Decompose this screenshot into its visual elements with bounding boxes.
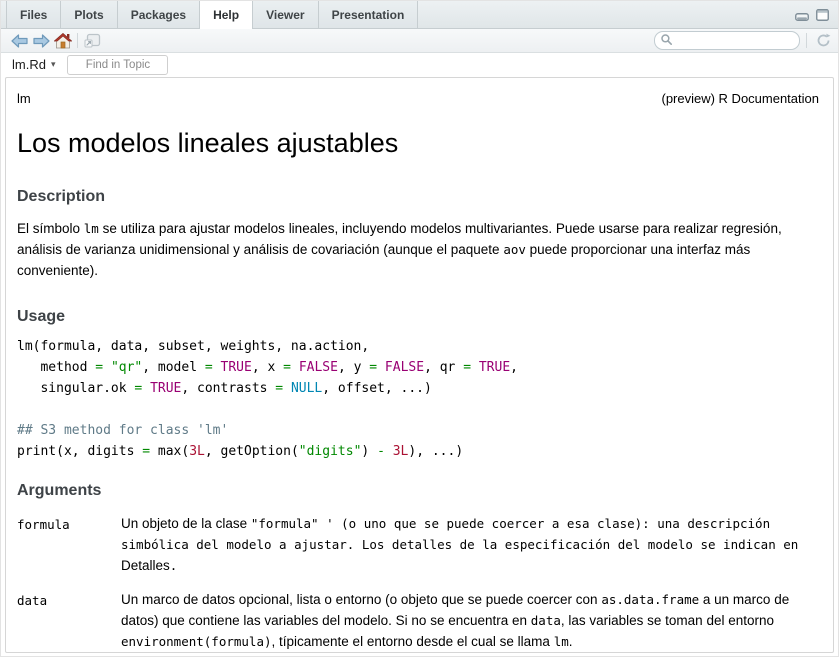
help-topicbar: lm.Rd ▾ (1, 53, 838, 76)
topic-file-label: lm.Rd (12, 57, 46, 72)
section-heading-usage: Usage (17, 308, 819, 326)
page-title: Los modelos lineales ajustables (17, 128, 819, 159)
back-icon[interactable] (8, 31, 30, 51)
maximize-icon[interactable] (816, 8, 829, 26)
doc-header: lm (preview) R Documentation (17, 91, 819, 106)
argument-description: Un marco de datos opcional, lista o ento… (121, 589, 819, 652)
tab-files[interactable]: Files (6, 1, 61, 28)
description-paragraph: El símbolo lm se utiliza para ajustar mo… (17, 218, 819, 281)
help-toolbar (1, 29, 838, 53)
section-heading-description: Description (17, 188, 819, 206)
tab-help[interactable]: Help (200, 1, 253, 29)
usage-code-block: lm(formula, data, subset, weights, na.ac… (17, 336, 819, 462)
argument-description: Un objeto de la clase "formula" ' (o uno… (121, 513, 819, 576)
tab-plots[interactable]: Plots (61, 1, 117, 28)
section-heading-arguments: Arguments (17, 482, 819, 500)
help-search-input[interactable] (676, 33, 793, 49)
topic-file-selector[interactable]: lm.Rd ▾ (12, 57, 55, 72)
forward-icon[interactable] (30, 31, 52, 51)
search-icon (661, 32, 672, 50)
help-search-box (654, 31, 800, 50)
argument-row-data: data Un marco de datos opcional, lista o… (17, 589, 819, 652)
help-pane: Files Plots Packages Help Viewer Present… (0, 0, 839, 657)
argument-row-formula: formula Un objeto de la clase "formula" … (17, 513, 819, 576)
find-in-topic-input[interactable] (67, 55, 168, 75)
pane-tabbar: Files Plots Packages Help Viewer Present… (1, 1, 838, 29)
doc-topic-id: lm (17, 91, 31, 106)
argument-term: data (17, 589, 121, 652)
chevron-down-icon: ▾ (51, 59, 56, 70)
home-icon[interactable] (52, 31, 74, 51)
tab-presentation[interactable]: Presentation (319, 1, 419, 28)
tab-strip: Files Plots Packages Help Viewer Present… (6, 1, 418, 28)
minimize-icon[interactable] (795, 8, 809, 26)
refresh-icon[interactable] (816, 33, 831, 48)
toolbar-separator (77, 33, 78, 48)
pane-window-controls (795, 8, 829, 26)
doc-source-label: (preview) R Documentation (661, 91, 819, 106)
popout-icon[interactable] (81, 31, 103, 51)
help-content: lm (preview) R Documentation Los modelos… (5, 77, 834, 653)
tab-packages[interactable]: Packages (118, 1, 200, 28)
help-document: lm (preview) R Documentation Los modelos… (6, 78, 833, 653)
tab-viewer[interactable]: Viewer (253, 1, 318, 28)
toolbar-separator (806, 33, 807, 48)
argument-term: formula (17, 513, 121, 576)
